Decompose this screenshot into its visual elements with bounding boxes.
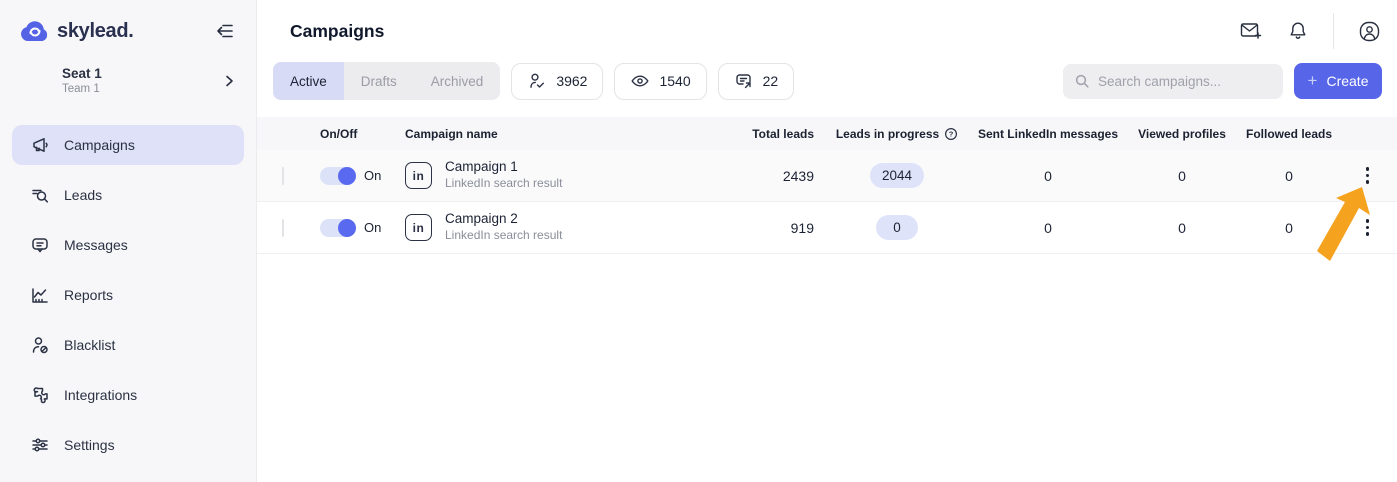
- table-row[interactable]: On in Campaign 2 LinkedIn search result …: [257, 202, 1397, 254]
- svg-text:?: ?: [949, 129, 954, 138]
- col-label: Leads in progress: [835, 126, 940, 141]
- campaign-type: LinkedIn search result: [445, 228, 563, 243]
- table-row[interactable]: On in Campaign 1 LinkedIn search result …: [257, 150, 1397, 202]
- replies-count-pill[interactable]: 22: [717, 62, 795, 100]
- row-menu-kebab-icon[interactable]: [1358, 215, 1378, 240]
- sidebar-nav: Campaigns Leads Messages Reports Blackli…: [0, 125, 256, 465]
- campaigns-table: On/Off Campaign name Total leads Leads i…: [257, 117, 1397, 254]
- plus-icon: +: [1307, 71, 1318, 90]
- notifications-bell-icon[interactable]: [1287, 20, 1309, 42]
- linkedin-icon: in: [405, 162, 432, 189]
- skylead-logo: skylead.: [20, 20, 134, 43]
- sidebar-item-integrations[interactable]: Integrations: [12, 375, 244, 415]
- table-header-row: On/Off Campaign name Total leads Leads i…: [257, 117, 1397, 150]
- brand-name: skylead.: [57, 19, 134, 42]
- chevron-right-icon: [222, 74, 236, 88]
- col-viewed-profiles: Viewed profiles: [1138, 126, 1226, 141]
- total-leads-value: 2439: [782, 167, 814, 184]
- sidebar-item-messages[interactable]: Messages: [12, 225, 244, 265]
- cloud-logo-icon: [20, 20, 50, 42]
- campaign-on-toggle[interactable]: [320, 218, 356, 237]
- topbar: Campaigns: [257, 0, 1397, 62]
- row-checkbox[interactable]: [282, 166, 284, 185]
- campaign-name[interactable]: Campaign 2: [445, 211, 562, 228]
- topbar-divider: [1333, 13, 1334, 49]
- new-message-envelope-icon[interactable]: [1239, 20, 1263, 42]
- search-campaigns-box[interactable]: [1063, 63, 1283, 99]
- stat-value: 22: [762, 73, 779, 89]
- campaign-status-tabs: Active Drafts Archived: [273, 62, 501, 100]
- row-menu-kebab-icon[interactable]: [1358, 163, 1378, 188]
- sidebar-item-label: Messages: [64, 237, 128, 253]
- sidebar-item-label: Blacklist: [64, 337, 116, 353]
- leads-in-progress-badge: 0: [876, 215, 918, 240]
- main-content: Campaigns Active Drafts Archived 3962 15…: [257, 0, 1397, 482]
- sent-messages-value: 0: [1044, 219, 1052, 236]
- col-campaign-name: Campaign name: [405, 126, 498, 141]
- search-input[interactable]: [1098, 73, 1275, 89]
- seat-subtitle: Team 1: [62, 83, 100, 95]
- campaign-name[interactable]: Campaign 1: [445, 159, 562, 176]
- toggle-label: On: [364, 168, 382, 183]
- sidebar-item-label: Leads: [64, 187, 103, 203]
- leads-in-progress-badge: 2044: [869, 163, 925, 188]
- sidebar-item-reports[interactable]: Reports: [12, 275, 244, 315]
- sidebar-item-leads[interactable]: Leads: [12, 175, 244, 215]
- sidebar-item-blacklist[interactable]: Blacklist: [12, 325, 244, 365]
- sidebar: skylead. Seat 1 Team 1 Campaigns Leads M…: [0, 0, 257, 482]
- megaphone-icon: [30, 135, 50, 155]
- eye-icon: [630, 71, 650, 91]
- col-leads-in-progress: Leads in progress ?: [822, 127, 972, 141]
- tab-drafts[interactable]: Drafts: [343, 62, 414, 100]
- total-leads-value: 919: [790, 219, 814, 236]
- create-campaign-button[interactable]: + Create: [1294, 63, 1382, 99]
- profile-avatar-icon[interactable]: [1358, 20, 1381, 43]
- sent-messages-value: 0: [1044, 167, 1052, 184]
- sidebar-item-label: Settings: [64, 437, 115, 453]
- campaign-type: LinkedIn search result: [445, 176, 563, 191]
- followed-leads-value: 0: [1285, 219, 1293, 236]
- sidebar-item-label: Campaigns: [64, 137, 135, 153]
- sidebar-item-campaigns[interactable]: Campaigns: [12, 125, 244, 165]
- stat-value: 3962: [556, 73, 588, 89]
- seat-selector[interactable]: Seat 1 Team 1: [0, 62, 256, 95]
- page-title: Campaigns: [290, 20, 385, 41]
- col-total-leads: Total leads: [752, 126, 814, 141]
- sliders-icon: [30, 435, 50, 455]
- views-count-pill[interactable]: 1540: [614, 62, 707, 100]
- col-followed-leads: Followed leads: [1245, 126, 1332, 141]
- user-block-icon: [30, 335, 50, 355]
- user-check-icon: [527, 71, 547, 91]
- toggle-label: On: [364, 220, 382, 235]
- sidebar-item-settings[interactable]: Settings: [12, 425, 244, 465]
- search-icon: [1074, 73, 1090, 89]
- message-send-icon: [734, 71, 754, 91]
- row-checkbox[interactable]: [282, 218, 284, 237]
- tab-active[interactable]: Active: [273, 62, 344, 100]
- help-circle-icon[interactable]: ?: [944, 127, 958, 141]
- stat-value: 1540: [659, 73, 691, 89]
- tab-archived[interactable]: Archived: [413, 62, 501, 100]
- col-onoff: On/Off: [320, 126, 358, 141]
- campaign-name-cell[interactable]: in Campaign 1 LinkedIn search result: [399, 159, 672, 191]
- chart-icon: [30, 285, 50, 305]
- create-label: Create: [1326, 73, 1369, 89]
- linkedin-icon: in: [405, 214, 432, 241]
- campaign-name-cell[interactable]: in Campaign 2 LinkedIn search result: [399, 211, 672, 243]
- leads-search-icon: [30, 185, 50, 205]
- viewed-profiles-value: 0: [1178, 219, 1186, 236]
- followed-leads-value: 0: [1285, 167, 1293, 184]
- connections-count-pill[interactable]: 3962: [511, 62, 604, 100]
- sidebar-item-label: Reports: [64, 287, 114, 303]
- toolbar: Active Drafts Archived 3962 1540 22 Sear…: [257, 62, 1397, 100]
- seat-title: Seat 1: [62, 66, 102, 81]
- message-icon: [30, 235, 50, 255]
- campaign-on-toggle[interactable]: [320, 166, 356, 185]
- puzzle-icon: [30, 385, 50, 405]
- col-sent-messages: Sent LinkedIn messages: [977, 126, 1119, 141]
- collapse-sidebar-icon[interactable]: [214, 21, 236, 41]
- sidebar-item-label: Integrations: [64, 387, 138, 403]
- viewed-profiles-value: 0: [1178, 167, 1186, 184]
